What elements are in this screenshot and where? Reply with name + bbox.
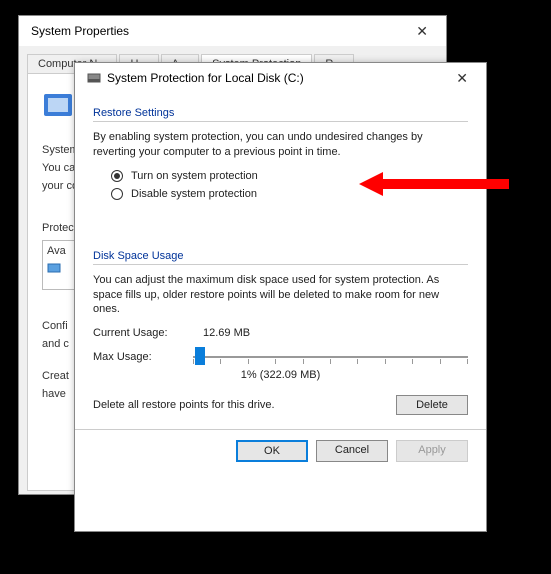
dialog-buttons: OK Cancel Apply: [93, 440, 468, 462]
cancel-button[interactable]: Cancel: [316, 440, 388, 462]
parent-desc2: your co: [42, 180, 78, 192]
delete-button[interactable]: Delete: [396, 395, 468, 415]
disk-desc: You can adjust the maximum disk space us…: [93, 273, 468, 318]
parent-titlebar: System Properties ✕: [19, 16, 446, 46]
drive-icon: [47, 261, 61, 275]
current-usage-row: Current Usage: 12.69 MB: [93, 327, 468, 339]
close-icon[interactable]: ✕: [408, 23, 436, 40]
parent-desc1: You ca: [42, 162, 75, 174]
close-icon[interactable]: ✕: [448, 70, 476, 87]
radio-icon: [111, 170, 123, 182]
restore-desc: By enabling system protection, you can u…: [93, 130, 468, 160]
shield-icon: [42, 90, 78, 126]
group-disk-space: Disk Space Usage: [93, 250, 468, 262]
radio-off-label: Disable system protection: [131, 188, 257, 200]
current-usage-value: 12.69 MB: [203, 327, 250, 339]
radio-icon: [111, 188, 123, 200]
drive-icon: [87, 71, 101, 85]
max-usage-label: Max Usage:: [93, 351, 183, 363]
max-usage-row: Max Usage:: [93, 347, 468, 367]
ok-button[interactable]: OK: [236, 440, 308, 462]
system-protection-dialog: System Protection for Local Disk (C:) ✕ …: [74, 62, 487, 532]
parent-title: System Properties: [31, 24, 129, 38]
radio-disable[interactable]: Disable system protection: [111, 188, 468, 200]
child-title: System Protection for Local Disk (C:): [107, 71, 304, 85]
slider-value: 1% (322.09 MB): [93, 369, 468, 381]
configure-l2: and c: [42, 338, 69, 350]
create-l1: Creat: [42, 370, 69, 382]
max-usage-slider[interactable]: [193, 347, 468, 367]
group-restore-settings: Restore Settings: [93, 107, 468, 119]
radio-on-label: Turn on system protection: [131, 170, 258, 182]
child-titlebar: System Protection for Local Disk (C:) ✕: [75, 63, 486, 93]
current-usage-label: Current Usage:: [93, 327, 183, 339]
slider-thumb-icon[interactable]: [195, 347, 205, 365]
configure-l1: Confi: [42, 320, 68, 332]
radio-turn-on[interactable]: Turn on system protection: [111, 170, 468, 182]
create-l2: have: [42, 388, 66, 400]
child-body: Restore Settings By enabling system prot…: [75, 93, 486, 472]
delete-desc: Delete all restore points for this drive…: [93, 399, 275, 411]
apply-button: Apply: [396, 440, 468, 462]
